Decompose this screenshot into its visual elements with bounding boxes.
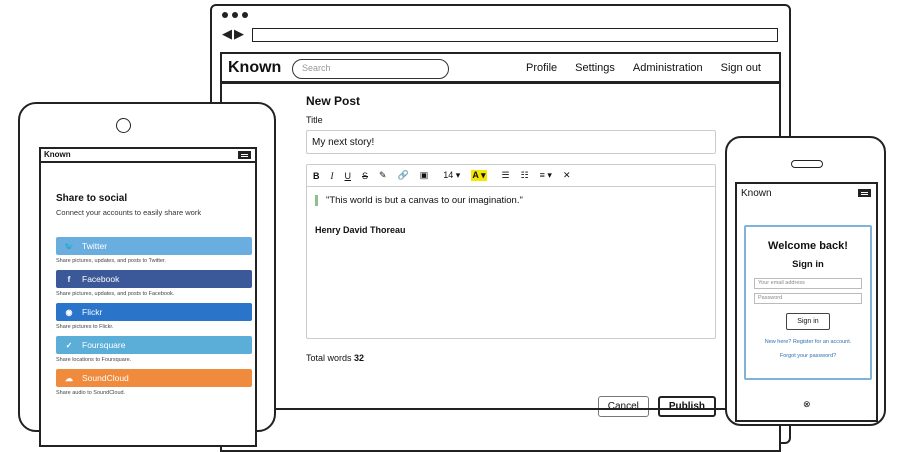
author-line: Henry David Thoreau — [315, 225, 406, 235]
connect-facebook-button[interactable]: f Facebook — [56, 270, 252, 288]
word-count-value: 32 — [354, 353, 365, 363]
register-link[interactable]: New here? Register for an account. — [746, 339, 870, 345]
welcome-heading: Welcome back! — [768, 240, 848, 252]
image-icon[interactable]: ▣ — [420, 170, 429, 181]
desktop-browser-frame: ◀▶ Known Search Profile Settings Adminis… — [210, 4, 791, 452]
cancel-button[interactable]: Cancel — [597, 396, 649, 417]
service-description: Share pictures to Flickr. — [56, 324, 114, 330]
signin-button[interactable]: Sign in — [786, 313, 830, 330]
connect-soundcloud-button[interactable]: ☁ SoundCloud — [56, 369, 252, 387]
numbered-list-icon[interactable]: ☷ — [521, 170, 529, 181]
share-heading: Share to social — [56, 193, 128, 204]
editor-toolbar: B I U S ✎ 🔗 ▣ 14 ▾ A ▾ ☰ ☷ ≡ ▾ ✕ — [307, 165, 715, 187]
editor-actions: Cancel Publish — [597, 396, 716, 417]
top-nav: Profile Settings Administration Sign out — [526, 62, 779, 74]
camera-icon — [116, 118, 131, 133]
connect-foursquare-button[interactable]: ✓ Foursquare — [56, 336, 252, 354]
phone-logo[interactable]: Known — [741, 188, 772, 199]
service-name: Foursquare — [82, 340, 126, 350]
strikethrough-icon[interactable]: S — [362, 171, 368, 181]
service-description: Share audio to SoundCloud. — [56, 390, 126, 396]
highlight-icon[interactable]: A ▾ — [471, 170, 487, 181]
menu-icon[interactable] — [858, 189, 871, 197]
service-item-foursquare: ✓ Foursquare Share locations to Foursquare… — [56, 336, 252, 363]
service-description: Share locations to Foursquare. — [56, 357, 132, 363]
service-item-soundcloud: ☁ SoundCloud Share audio to SoundCloud. — [56, 369, 252, 396]
facebook-icon: f — [67, 274, 71, 284]
tablet-header: Known — [41, 149, 255, 163]
bullet-list-icon[interactable]: ☰ — [502, 170, 510, 181]
service-list: 🐦 Twitter Share pictures, updates, and pos… — [56, 237, 252, 396]
tablet-frame: Known Share to social Connect your accou… — [18, 102, 276, 447]
site-logo[interactable]: Known — [228, 59, 281, 77]
connect-twitter-button[interactable]: 🐦 Twitter — [56, 237, 252, 255]
fullscreen-icon[interactable]: ✕ — [563, 170, 571, 181]
service-description: Share pictures, updates, and posts to Tw… — [56, 258, 166, 264]
email-field[interactable]: Your email address — [754, 278, 862, 289]
menu-icon[interactable] — [238, 151, 251, 159]
title-input[interactable]: My next story! — [306, 130, 716, 154]
page-title: New Post — [306, 94, 361, 108]
speaker-icon — [791, 160, 823, 168]
service-name: Facebook — [82, 274, 120, 284]
phone-header: Known — [737, 184, 876, 204]
site-header: Known Search Profile Settings Administra… — [222, 54, 779, 84]
post-editor: New Post Title My next story! B I U S ✎ … — [306, 94, 718, 417]
phone-screen: Known Welcome back! Sign in Your email a… — [735, 182, 878, 422]
login-panel: Welcome back! Sign in Your email address… — [744, 225, 872, 380]
word-count-label: Total words — [306, 353, 352, 363]
blockquote: "This world is but a canvas to our imagi… — [315, 195, 715, 206]
password-field[interactable]: Password — [754, 293, 862, 304]
search-input[interactable]: Search — [292, 59, 449, 79]
window-dots — [222, 12, 248, 18]
publish-button[interactable]: Publish — [657, 396, 716, 417]
nav-administration[interactable]: Administration — [633, 62, 703, 74]
tablet-logo[interactable]: Known — [44, 150, 71, 159]
align-icon[interactable]: ≡ ▾ — [540, 170, 552, 181]
italic-icon[interactable]: I — [331, 171, 334, 181]
bird-icon: 🐦 — [64, 241, 74, 251]
nav-arrows-icon[interactable]: ◀▶ — [222, 26, 246, 42]
service-name: SoundCloud — [82, 373, 129, 383]
flickr-icon: ◉ — [65, 307, 73, 317]
share-subtitle: Connect your accounts to easily share wo… — [56, 208, 202, 217]
eraser-icon[interactable]: ✎ — [379, 170, 387, 181]
font-size-select[interactable]: 14 ▾ — [443, 170, 460, 181]
footer-icon: ⊗ — [803, 399, 811, 409]
signin-heading: Sign in — [792, 259, 824, 270]
link-icon[interactable]: 🔗 — [398, 170, 409, 181]
service-name: Twitter — [82, 241, 108, 251]
service-item-twitter: 🐦 Twitter Share pictures, updates, and pos… — [56, 237, 252, 264]
title-label: Title — [306, 115, 323, 125]
phone-frame: Known Welcome back! Sign in Your email a… — [725, 136, 886, 426]
forgot-password-link[interactable]: Forgot your password? — [746, 353, 870, 359]
share-panel: Share to social Connect your accounts to… — [56, 193, 252, 396]
cloud-icon: ☁ — [65, 373, 73, 383]
underline-icon[interactable]: U — [345, 171, 352, 181]
nav-settings[interactable]: Settings — [575, 62, 615, 74]
bold-icon[interactable]: B — [313, 171, 320, 181]
desktop-site: Known Search Profile Settings Administra… — [220, 52, 781, 452]
tablet-screen: Known Share to social Connect your accou… — [39, 147, 257, 447]
nav-profile[interactable]: Profile — [526, 62, 557, 74]
footer-divider — [222, 408, 779, 410]
service-name: Flickr — [82, 307, 103, 317]
service-item-flickr: ◉ Flickr Share pictures to Flickr. — [56, 303, 252, 330]
foursquare-icon: ✓ — [65, 340, 73, 350]
address-bar[interactable] — [252, 28, 778, 42]
service-item-facebook: f Facebook Share pictures, updates, and po… — [56, 270, 252, 297]
service-description: Share pictures, updates, and posts to Fa… — [56, 291, 175, 297]
rich-text-editor[interactable]: B I U S ✎ 🔗 ▣ 14 ▾ A ▾ ☰ ☷ ≡ ▾ ✕ "This w… — [306, 164, 716, 339]
word-count: Total words 32 — [306, 353, 718, 363]
connect-flickr-button[interactable]: ◉ Flickr — [56, 303, 252, 321]
nav-sign-out[interactable]: Sign out — [721, 62, 761, 74]
